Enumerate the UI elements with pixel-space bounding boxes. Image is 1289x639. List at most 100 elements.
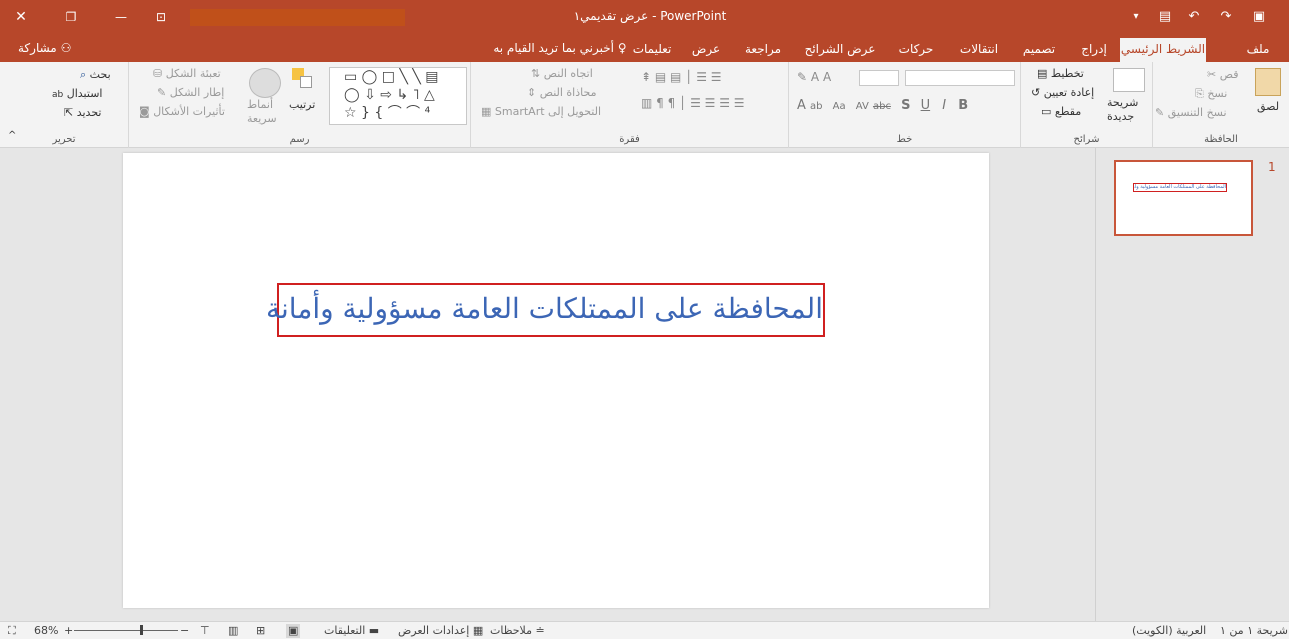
change-case-button[interactable]: Aa bbox=[833, 101, 846, 112]
minimize-icon[interactable]: — bbox=[112, 8, 130, 26]
cursor-icon: ⇱ bbox=[64, 106, 74, 119]
font-color-button[interactable]: A bbox=[797, 98, 806, 113]
zoom-out-icon[interactable]: − bbox=[180, 624, 189, 638]
format-painter-button[interactable]: نسخ التنسيق ✎ bbox=[1155, 106, 1227, 119]
tab-view[interactable]: عرض bbox=[686, 38, 726, 62]
tell-me-label: أخبرني بما تريد القيام به bbox=[493, 41, 615, 55]
cut-button[interactable]: قص ✂ bbox=[1207, 68, 1238, 81]
tab-animations[interactable]: حركات bbox=[892, 38, 940, 62]
shapes-gallery[interactable]: ▭ ◯ □ ╲ ╲ ▤ ◯ ⇩ ⇨ ↳ ˥ △ ☆ } { ⌒ ⌒ ⁴ bbox=[329, 67, 467, 125]
font-size-buttons[interactable]: ✎ A A bbox=[797, 70, 831, 84]
shape-fill-button[interactable]: تعبئة الشكل ⛁ bbox=[153, 67, 221, 80]
copy-icon: ⎘ bbox=[1195, 87, 1204, 100]
shadow-button[interactable]: S bbox=[901, 98, 910, 113]
paragraph-list-controls[interactable]: ⇞ ▤ ▤ │ ☰ ☰ bbox=[641, 70, 722, 84]
strikethrough-button[interactable]: abc bbox=[873, 101, 891, 112]
underline-button[interactable]: U bbox=[921, 98, 931, 113]
shape-outline-button[interactable]: إطار الشكل ✎ bbox=[157, 86, 224, 99]
notes-button[interactable]: ملاحظات ≐ bbox=[490, 624, 545, 638]
slideshow-view-icon[interactable]: ⊤ bbox=[200, 624, 210, 638]
shrink-font-button[interactable]: A bbox=[823, 70, 831, 84]
section-button[interactable]: مقطع ▭ bbox=[1041, 105, 1081, 118]
tab-transitions[interactable]: انتقالات bbox=[950, 38, 1008, 62]
shape-outline-label: إطار الشكل bbox=[169, 86, 225, 99]
tab-help[interactable]: تعليمات bbox=[622, 38, 682, 62]
italic-button[interactable]: I bbox=[942, 98, 946, 113]
clipboard-icon[interactable] bbox=[1255, 68, 1281, 96]
replace-button[interactable]: استبدال ab bbox=[52, 87, 102, 100]
group-label-editing: تحرير bbox=[52, 134, 76, 145]
fit-slide-icon[interactable]: ⛶ bbox=[8, 624, 16, 638]
copy-button[interactable]: نسخ ⎘ bbox=[1195, 87, 1227, 101]
grow-font-button[interactable]: A bbox=[811, 70, 819, 84]
smartart-button[interactable]: التحويل إلى SmartArt ▦ bbox=[481, 105, 601, 118]
select-label: تحديد bbox=[76, 106, 102, 119]
ribbon-display-options-icon[interactable]: ⊡ bbox=[152, 8, 170, 26]
normal-view-icon[interactable]: ▣ bbox=[286, 624, 301, 638]
search-icon: ⌕ bbox=[80, 68, 87, 81]
new-slide-label-2: جديدة bbox=[1107, 110, 1135, 123]
tab-home[interactable]: الشريط الرئيسي bbox=[1120, 38, 1206, 62]
text-direction-icon: ⇅ bbox=[531, 67, 541, 80]
tab-file[interactable]: ملف bbox=[1238, 38, 1278, 62]
layout-button[interactable]: تخطيط ▤ bbox=[1037, 67, 1084, 80]
group-slides: تخطيط ▤ إعادة تعيين ↺ مقطع ▭ شريحة جديدة… bbox=[1020, 62, 1152, 148]
share-button[interactable]: مشاركة ⚇ bbox=[18, 38, 71, 58]
slide-title-text[interactable]: المحافظة على الممتلكات العامة مسؤولية وأ… bbox=[266, 285, 823, 333]
present-icon[interactable]: ▤ bbox=[1156, 8, 1174, 26]
bold-button[interactable]: B bbox=[958, 98, 968, 113]
main-area: المحافظة على الممتلكات العامة مسؤولية وأ… bbox=[0, 148, 1289, 621]
copy-label: نسخ bbox=[1207, 87, 1228, 100]
zoom-slider-handle[interactable] bbox=[140, 625, 143, 635]
title-textbox[interactable]: المحافظة على الممتلكات العامة مسؤولية وأ… bbox=[266, 283, 825, 337]
close-icon[interactable]: ✕ bbox=[12, 8, 30, 26]
title-bar: ✕ ❐ — ⊡ عرض تقديمي١ - PowerPoint ▾ ▤ ↶ ↷… bbox=[0, 0, 1289, 34]
restore-icon[interactable]: ❐ bbox=[62, 8, 80, 26]
reset-label: إعادة تعيين bbox=[1043, 86, 1095, 99]
char-spacing-button[interactable]: AV bbox=[856, 101, 869, 112]
text-direction-button[interactable]: اتجاه النص ⇅ bbox=[531, 67, 593, 80]
redo-icon[interactable]: ↷ bbox=[1218, 8, 1234, 26]
quick-styles-icon[interactable] bbox=[249, 68, 281, 98]
font-size-select[interactable] bbox=[859, 70, 899, 86]
align-text-button[interactable]: محاذاة النص ⇕ bbox=[527, 86, 596, 99]
tab-design[interactable]: تصميم bbox=[1014, 38, 1064, 62]
paragraph-align-controls[interactable]: ▥ ¶ ¶ │ ☰ ☰ ☰ ☰ bbox=[641, 96, 745, 110]
customize-qat-icon[interactable]: ▾ bbox=[1130, 8, 1142, 26]
smartart-label: التحويل إلى SmartArt bbox=[494, 105, 602, 118]
tab-insert[interactable]: إدراج bbox=[1072, 38, 1116, 62]
group-paragraph: اتجاه النص ⇅ محاذاة النص ⇕ التحويل إلى S… bbox=[470, 62, 788, 148]
slide-thumbnail[interactable]: المحافظة على الممتلكات العامة مسؤولية وأ… bbox=[1114, 160, 1253, 236]
quick-styles-label-1: أنماط bbox=[247, 98, 274, 111]
save-icon[interactable]: ▣ bbox=[1250, 8, 1268, 26]
group-clipboard: قص ✂ نسخ ⎘ نسخ التنسيق ✎ لصق الحافظة bbox=[1152, 62, 1289, 148]
tab-slideshow[interactable]: عرض الشرائح bbox=[800, 38, 880, 62]
group-label-paragraph: فقرة bbox=[619, 134, 640, 145]
find-button[interactable]: بحث ⌕ bbox=[80, 68, 111, 82]
display-settings-button[interactable]: إعدادات العرض ▦ bbox=[398, 624, 483, 638]
replace-icon: ab bbox=[52, 90, 64, 100]
comments-button[interactable]: التعليقات ▬ bbox=[324, 624, 379, 638]
reading-view-icon[interactable]: ▥ bbox=[228, 624, 238, 638]
font-name-select[interactable] bbox=[905, 70, 1015, 86]
tab-review[interactable]: مراجعة bbox=[738, 38, 788, 62]
slide-sorter-icon[interactable]: ⊞ bbox=[256, 624, 265, 638]
highlight-button[interactable]: ab bbox=[810, 101, 822, 112]
slide-canvas[interactable]: المحافظة على الممتلكات العامة مسؤولية وأ… bbox=[123, 153, 989, 608]
paint-bucket-icon: ⛁ bbox=[153, 67, 163, 80]
shape-effects-button[interactable]: تأثيرات الأشكال ◙ bbox=[139, 105, 225, 118]
new-slide-icon[interactable] bbox=[1113, 68, 1145, 92]
zoom-in-icon[interactable]: + bbox=[64, 624, 73, 638]
thumbnail-pane: 1 المحافظة على الممتلكات العامة مسؤولية … bbox=[1095, 148, 1289, 621]
zoom-level[interactable]: 68% bbox=[34, 624, 58, 638]
zoom-slider[interactable] bbox=[74, 630, 178, 631]
share-label: مشاركة bbox=[18, 41, 57, 55]
language-indicator[interactable]: العربية (الكويت) bbox=[1132, 624, 1206, 638]
select-button[interactable]: تحديد ⇱ bbox=[64, 106, 102, 119]
reset-button[interactable]: إعادة تعيين ↺ bbox=[1031, 86, 1094, 99]
arrange-icon[interactable] bbox=[292, 68, 314, 90]
smartart-icon: ▦ bbox=[481, 105, 492, 118]
text-direction-label: اتجاه النص bbox=[543, 67, 593, 80]
undo-icon[interactable]: ↶ bbox=[1186, 8, 1202, 26]
paste-label: لصق bbox=[1257, 100, 1280, 113]
